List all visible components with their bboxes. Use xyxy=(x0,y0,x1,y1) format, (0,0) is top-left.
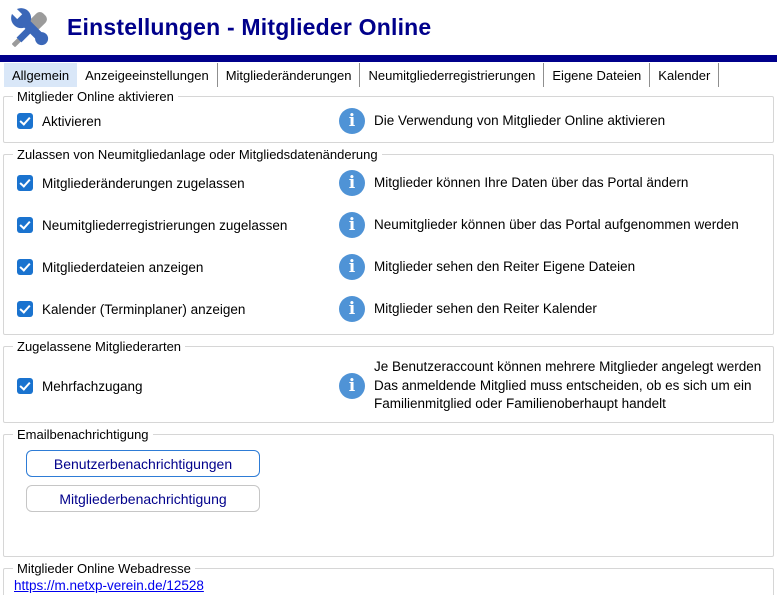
info-icon[interactable]: i xyxy=(339,170,365,196)
tab-eigene-dateien[interactable]: Eigene Dateien xyxy=(544,63,651,87)
setting-row: Aktivieren i Die Verwendung von Mitglied… xyxy=(12,104,765,138)
section-web-address-legend: Mitglieder Online Webadresse xyxy=(17,561,191,576)
benutzerbenachrichtigungen-button[interactable]: Benutzerbenachrichtigungen xyxy=(26,450,260,477)
mitgliederaenderungen-checkbox[interactable] xyxy=(17,175,33,191)
aktivieren-checkbox[interactable] xyxy=(17,113,33,129)
section-email-notification-legend: Emailbenachrichtigung xyxy=(17,427,149,442)
page-title: Einstellungen - Mitglieder Online xyxy=(67,14,432,40)
mitgliederdateien-checkbox[interactable] xyxy=(17,259,33,275)
section-permissions: Zulassen von Neumitgliedanlage oder Mitg… xyxy=(3,147,774,335)
tab-anzeigeeinstellungen[interactable]: Anzeigeeinstellungen xyxy=(77,63,218,87)
settings-content: Mitglieder Online aktivieren Aktivieren … xyxy=(0,87,777,595)
tab-neumitgliederregistrierungen[interactable]: Neumitgliederregistrierungen xyxy=(360,63,545,87)
section-activation-legend: Mitglieder Online aktivieren xyxy=(17,89,174,104)
aktivieren-label: Aktivieren xyxy=(42,113,102,129)
accent-bar xyxy=(0,55,777,62)
setting-row: Mitgliederänderungen zugelassen i Mitgli… xyxy=(12,162,765,204)
kalender-checkbox[interactable] xyxy=(17,301,33,317)
neumitgliederregistrierungen-label: Neumitgliederregistrierungen zugelassen xyxy=(42,217,288,233)
section-activation: Mitglieder Online aktivieren Aktivieren … xyxy=(3,89,774,143)
mitgliederaenderungen-label: Mitgliederänderungen zugelassen xyxy=(42,175,245,191)
section-member-types-legend: Zugelassene Mitgliederarten xyxy=(17,339,182,354)
mitglieder-online-link[interactable]: https://m.netxp-verein.de/12528 xyxy=(14,578,204,593)
tab-allgemein[interactable]: Allgemein xyxy=(4,63,78,87)
setting-row: Mitgliederdateien anzeigen i Mitglieder … xyxy=(12,246,765,288)
info-icon[interactable]: i xyxy=(339,212,365,238)
tab-bar: Allgemein Anzeigeeinstellungen Mitgliede… xyxy=(0,63,777,87)
info-text: Die Verwendung von Mitglieder Online akt… xyxy=(374,112,666,128)
page-header: Einstellungen - Mitglieder Online xyxy=(0,0,777,55)
mehrfachzugang-checkbox[interactable] xyxy=(17,378,33,394)
info-text: Mitglieder sehen den Reiter Kalender xyxy=(374,300,597,316)
info-text: Je Benutzeraccount können mehrere Mitgli… xyxy=(374,358,762,412)
info-icon[interactable]: i xyxy=(339,296,365,322)
info-icon[interactable]: i xyxy=(339,254,365,280)
kalender-label: Kalender (Terminplaner) anzeigen xyxy=(42,301,246,317)
info-icon[interactable]: i xyxy=(339,108,365,134)
mehrfachzugang-label: Mehrfachzugang xyxy=(42,378,143,394)
info-text: Neumitglieder können über das Portal auf… xyxy=(374,216,739,232)
section-permissions-legend: Zulassen von Neumitgliedanlage oder Mitg… xyxy=(17,147,378,162)
section-member-types: Zugelassene Mitgliederarten Mehrfachzuga… xyxy=(3,339,774,423)
section-email-notification: Emailbenachrichtigung Benutzerbenachrich… xyxy=(3,427,774,557)
neumitgliederregistrierungen-checkbox[interactable] xyxy=(17,217,33,233)
setting-row: Neumitgliederregistrierungen zugelassen … xyxy=(12,204,765,246)
setting-row: Kalender (Terminplaner) anzeigen i Mitgl… xyxy=(12,288,765,330)
tab-mitgliederaenderungen[interactable]: Mitgliederänderungen xyxy=(218,63,361,87)
info-text: Mitglieder sehen den Reiter Eigene Datei… xyxy=(374,258,636,274)
mitgliederdateien-label: Mitgliederdateien anzeigen xyxy=(42,259,204,275)
section-web-address: Mitglieder Online Webadresse https://m.n… xyxy=(3,561,774,595)
info-text: Mitglieder können Ihre Daten über das Po… xyxy=(374,174,689,190)
tools-icon xyxy=(8,5,49,47)
setting-row: Mehrfachzugang i Je Benutzeraccount könn… xyxy=(12,354,765,418)
mitgliederbenachrichtigung-button[interactable]: Mitgliederbenachrichtigung xyxy=(26,485,260,512)
tab-kalender[interactable]: Kalender xyxy=(650,63,720,87)
info-icon[interactable]: i xyxy=(339,372,365,399)
